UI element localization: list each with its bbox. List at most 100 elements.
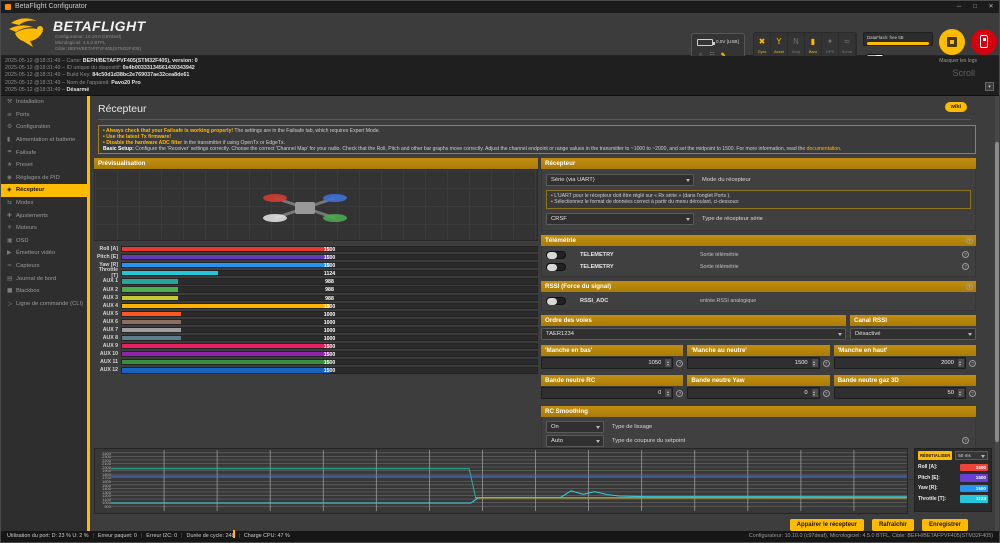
sidebar-item-configuration[interactable]: ⚙Configuration <box>1 121 87 134</box>
channel-row: AUX 61000 <box>94 318 538 326</box>
stick-low-header: 'Manche en bas' <box>541 345 683 356</box>
sidebar-item-cli[interactable]: ＞Ligne de commande (CLI) <box>1 298 87 311</box>
battery-voltage: 0.0V [USB] <box>716 39 739 44</box>
capteurs-icon: ≈ <box>7 263 16 269</box>
chevron-down-icon <box>686 179 690 182</box>
help-icon[interactable] <box>969 390 976 397</box>
help-icon[interactable] <box>962 251 969 258</box>
help-icon[interactable] <box>966 283 973 290</box>
hide-logs-link[interactable]: Masquer les logs <box>939 58 977 64</box>
sidebar-item-ajustements[interactable]: ✚Ajustements <box>1 209 87 222</box>
sidebar-item-reglages-de-pid[interactable]: ◉Réglages de PID <box>1 172 87 185</box>
telemetry-toggle[interactable] <box>546 263 566 271</box>
sidebar-item-label: Capteurs <box>16 263 40 269</box>
graph-interval-select[interactable]: 50 ms <box>955 451 988 460</box>
disconnect-button[interactable] <box>971 29 997 55</box>
sidebar-item-installation[interactable]: ⚒Installation <box>1 96 87 109</box>
stepper-icon[interactable] <box>812 359 818 367</box>
maximize-button[interactable]: □ <box>967 1 983 13</box>
sidebar-item-journal-de-bord[interactable]: ▤Journal de bord <box>1 272 87 285</box>
log-line: 2025-05-12 @18:31:49 – Build Key: 84c50d… <box>5 72 198 79</box>
sidebar-item-modes[interactable]: ⇆Modes <box>1 197 87 210</box>
deadband-yaw-header: Bande neutre Yaw <box>687 375 829 386</box>
status-segment: Erreur I2C: 0 <box>146 533 177 539</box>
sidebar-item-preset[interactable]: ★Preset <box>1 159 87 172</box>
chevron-down-icon <box>596 426 600 429</box>
bind-receiver-button[interactable]: Appairer le récepteur <box>790 519 864 531</box>
sidebar-item-capteurs[interactable]: ≈Capteurs <box>1 260 87 273</box>
channel-meter: 1500 <box>121 246 538 252</box>
stepper-icon[interactable] <box>958 389 964 397</box>
rssi-section-header: RSSI (Force du signal) <box>541 281 976 292</box>
telemetry-toggle[interactable] <box>546 251 566 259</box>
sidebar-item-emetteur-video[interactable]: ▶Émetteur vidéo <box>1 247 87 260</box>
wiki-button[interactable]: wiki <box>945 102 967 112</box>
sidebar-item-failsafe[interactable]: ☂Failsafe <box>1 146 87 159</box>
receiver-section-header: Récepteur <box>541 158 976 169</box>
channel-row: AUX 111500 <box>94 358 538 366</box>
sensor-label: Accel <box>771 49 787 54</box>
stepper-icon[interactable] <box>665 389 671 397</box>
close-button[interactable]: ✕ <box>983 1 999 13</box>
legend-label: Throttle [T]: <box>918 496 946 502</box>
sidebar-item-ports[interactable]: ≡Ports <box>1 109 87 122</box>
model-preview[interactable] <box>94 169 538 241</box>
sidebar-item-moteurs[interactable]: ✳Moteurs <box>1 222 87 235</box>
documentation-link[interactable]: documentation <box>807 146 840 152</box>
deadband-3d-field <box>834 387 966 399</box>
help-icon[interactable] <box>823 390 830 397</box>
minimize-button[interactable]: ─ <box>951 1 967 13</box>
save-button[interactable]: Enregistrer <box>922 519 968 531</box>
receiver-mode-select[interactable]: Série (via UART) <box>546 174 694 186</box>
log-line: 2025-05-12 @18:31:49 – Désarmé <box>5 87 198 94</box>
sidebar-item-recepteur[interactable]: ◈Récepteur <box>1 184 87 197</box>
smoothing-type-select[interactable]: On <box>546 421 604 433</box>
help-icon[interactable] <box>676 390 683 397</box>
help-icon[interactable] <box>962 263 969 270</box>
telemetry-row: TELEMETRYSortie télémétrie <box>546 261 971 273</box>
telemetry-section-body: TELEMETRYSortie télémétrieTELEMETRYSorti… <box>541 246 976 277</box>
rssi-adc-toggle[interactable] <box>546 297 566 305</box>
sensor-label: Mag <box>788 49 804 54</box>
channel-meter: 1500 <box>121 343 538 349</box>
page-title: Récepteur <box>98 103 146 115</box>
setpoint-cutoff-select[interactable]: Auto <box>546 435 604 447</box>
refresh-button[interactable]: Rafraîchir <box>872 519 914 531</box>
stepper-icon[interactable] <box>665 359 671 367</box>
deadband-rc-field <box>541 387 673 399</box>
graph-reset-button[interactable]: RÉINITIALISER <box>918 451 952 460</box>
channel-row: Throttle [T]1124 <box>94 269 538 277</box>
uart-note: • L'UART pour le récepteur doit être rég… <box>546 190 971 209</box>
sidebar-item-blackbox[interactable]: ■Blackbox <box>1 285 87 298</box>
stick-center-input[interactable] <box>688 358 818 368</box>
log-expand-button[interactable]: ▾ <box>985 82 994 91</box>
firmware-update-button[interactable] <box>939 29 965 55</box>
deadband-yaw-input[interactable] <box>688 388 818 398</box>
stick-high-input[interactable] <box>835 358 965 368</box>
status-segment: Charge CPU: 47 % <box>244 533 290 539</box>
sidebar-item-alimentation-et-batterie[interactable]: ▮Alimentation et batterie <box>1 134 87 147</box>
help-icon[interactable] <box>962 437 969 444</box>
stepper-icon[interactable] <box>812 389 818 397</box>
battery-icon <box>697 39 713 46</box>
channel-value: 988 <box>122 287 537 293</box>
deadband-rc-input[interactable] <box>542 388 672 398</box>
channel-meter: 1500 <box>121 303 538 309</box>
channel-map-select[interactable]: TAER1234 <box>541 328 846 340</box>
content-scrollbar[interactable] <box>995 96 999 533</box>
help-icon[interactable] <box>966 237 973 244</box>
help-icon[interactable] <box>823 360 830 367</box>
receiver-graph: 2400230022002100200019001800170016001500… <box>94 448 996 515</box>
scrollbar-thumb[interactable] <box>995 142 999 442</box>
help-icon[interactable] <box>676 360 683 367</box>
sidebar-item-osd[interactable]: ▣OSD <box>1 235 87 248</box>
serial-provider-select[interactable]: CRSF <box>546 213 694 225</box>
deadband-3d-input[interactable] <box>835 388 965 398</box>
serial-provider-label: Type de récepteur série <box>702 216 763 222</box>
stepper-icon[interactable] <box>958 359 964 367</box>
help-icon[interactable] <box>969 360 976 367</box>
rssi-channel-select[interactable]: Désactivé <box>850 328 976 340</box>
stick-low-input[interactable] <box>542 358 672 368</box>
channel-value: 1500 <box>122 360 537 366</box>
sonar-icon: ≈ <box>839 35 855 49</box>
